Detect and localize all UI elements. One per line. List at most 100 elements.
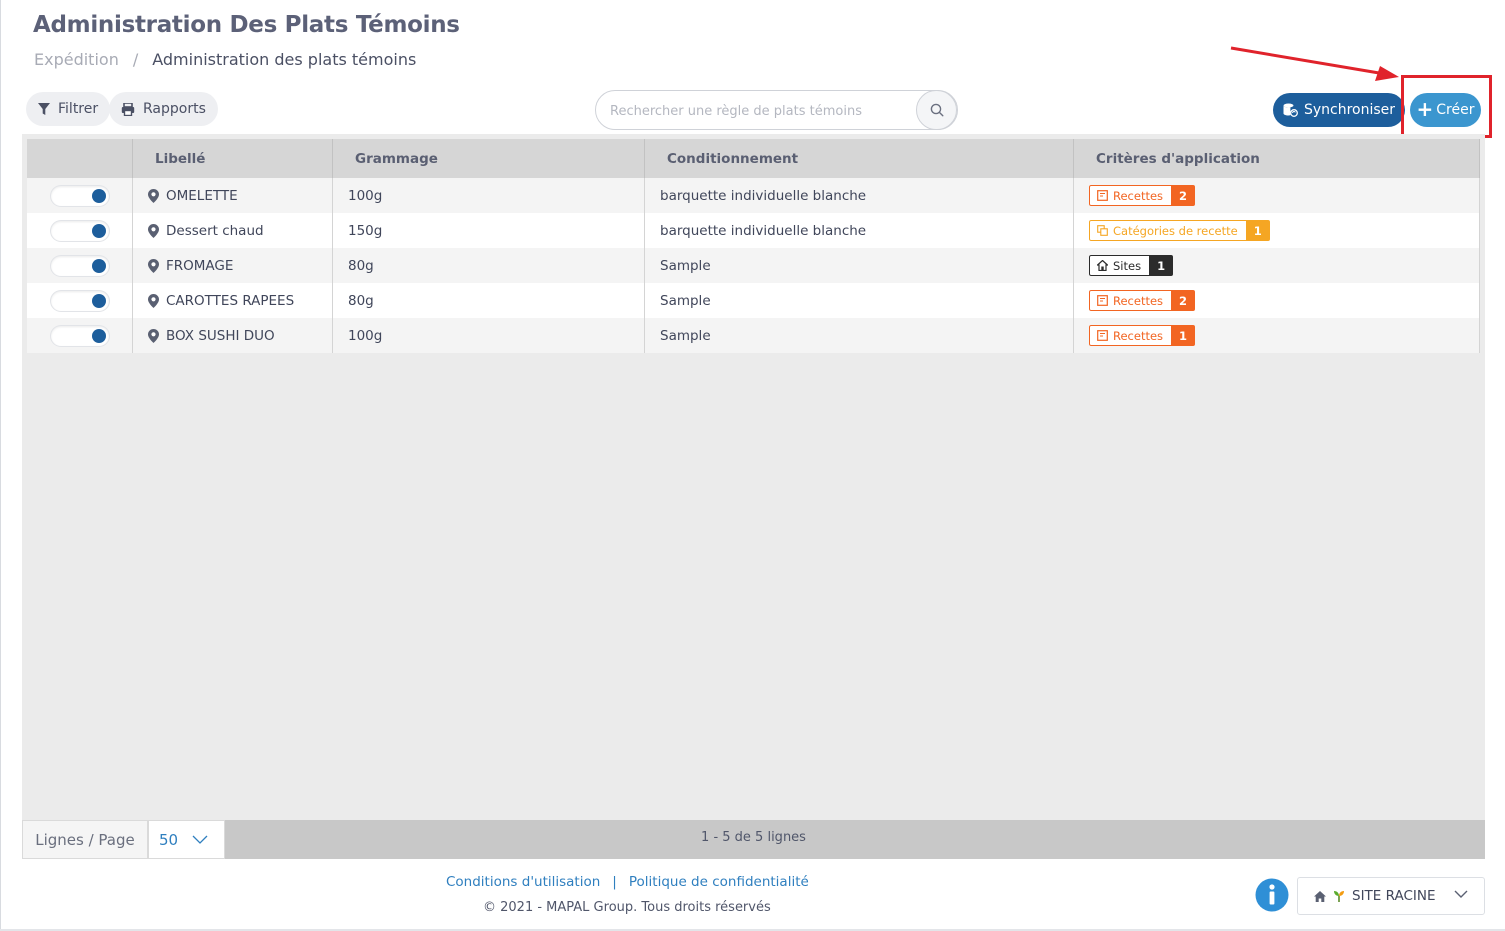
breadcrumb-parent-link[interactable]: Expédition: [34, 50, 119, 69]
recipe-book-icon: [1097, 295, 1108, 306]
label-cell: CAROTTES RAPEES: [133, 283, 333, 318]
pager-bar: Lignes / Page 50 1 - 5 de 5 lignes: [22, 820, 1485, 859]
criteria-badge-count: 1: [1171, 325, 1196, 346]
packaging-cell: barquette individuelle blanche: [645, 178, 1074, 213]
row-label: Dessert chaud: [166, 222, 264, 239]
home-icon: [1314, 890, 1326, 902]
packaging-cell: Sample: [645, 283, 1074, 318]
criteria-badge[interactable]: Sites 1: [1089, 255, 1174, 276]
criteria-badge-count: 2: [1171, 185, 1196, 206]
grammage-cell: 100g: [333, 178, 645, 213]
grid-body: OMELETTE 100g barquette individuelle blanc…: [27, 178, 1480, 353]
active-toggle[interactable]: [50, 255, 109, 276]
sprout-icon: [1334, 891, 1344, 902]
criteria-badge[interactable]: Recettes 2: [1089, 185, 1196, 206]
search-icon: [930, 103, 944, 117]
filter-button-label: Filtrer: [58, 101, 99, 117]
column-header-grammage[interactable]: Grammage: [333, 139, 645, 178]
sync-button[interactable]: Synchroniser: [1273, 93, 1405, 127]
toggle-knob: [91, 188, 106, 203]
active-toggle[interactable]: [50, 185, 109, 206]
criteria-badge[interactable]: Recettes 1: [1089, 325, 1196, 346]
footer-links: Conditions d'utilisation | Politique de …: [446, 874, 809, 890]
annotation-arrow: [1230, 46, 1399, 81]
toggle-cell: [27, 178, 133, 213]
criteria-badge-label: Catégories de recette: [1113, 223, 1238, 238]
sync-button-label: Synchroniser: [1303, 102, 1396, 118]
pager-info: 1 - 5 de 5 lignes: [701, 830, 806, 845]
recipe-book-icon: [1097, 190, 1108, 201]
grammage-cell: 80g: [333, 248, 645, 283]
active-toggle[interactable]: [50, 220, 109, 241]
label-cell: FROMAGE: [133, 248, 333, 283]
house-icon: [1097, 260, 1108, 271]
filter-icon: [38, 102, 50, 115]
toggle-cell: [27, 318, 133, 353]
recipe-book-icon: [1097, 330, 1108, 341]
criteria-cell: Catégories de recette 1: [1074, 213, 1480, 248]
map-pin-icon: [148, 328, 159, 343]
toggle-cell: [27, 283, 133, 318]
criteria-cell: Recettes 2: [1074, 178, 1480, 213]
page-title: Administration Des Plats Témoins: [33, 12, 460, 38]
row-label: CAROTTES RAPEES: [166, 292, 295, 309]
grammage-cell: 150g: [333, 213, 645, 248]
criteria-badge-count: 1: [1149, 255, 1174, 276]
info-icon[interactable]: [1255, 878, 1289, 912]
filter-button[interactable]: Filtrer: [26, 92, 111, 126]
frame-border-left: [0, 0, 1, 931]
breadcrumb-current: Administration des plats témoins: [152, 50, 417, 69]
column-header-criteria[interactable]: Critères d'application: [1074, 139, 1480, 178]
criteria-badge-label: Recettes: [1113, 188, 1164, 203]
criteria-badge[interactable]: Recettes 2: [1089, 290, 1196, 311]
data-grid: Libellé Grammage Conditionnement Critère…: [22, 134, 1485, 821]
column-header-packaging[interactable]: Conditionnement: [645, 139, 1074, 178]
map-pin-icon: [148, 188, 159, 203]
copy-icon: [1097, 225, 1108, 236]
active-toggle[interactable]: [50, 290, 109, 311]
criteria-cell: Sites 1: [1074, 248, 1480, 283]
site-selector-value: SITE RACINE: [1352, 888, 1436, 904]
table-row[interactable]: CAROTTES RAPEES 80g Sample Recettes 2: [27, 283, 1480, 318]
reports-button-label: Rapports: [143, 101, 206, 117]
table-row[interactable]: OMELETTE 100g barquette individuelle blanc…: [27, 178, 1480, 213]
breadcrumb-separator: /: [132, 50, 139, 69]
row-label: OMELETTE: [166, 187, 238, 204]
toggle-cell: [27, 248, 133, 283]
label-cell: BOX SUSHI DUO: [133, 318, 333, 353]
map-pin-icon: [148, 258, 159, 273]
packaging-cell: Sample: [645, 318, 1074, 353]
grid-header-row: Libellé Grammage Conditionnement Critère…: [27, 139, 1480, 178]
label-cell: Dessert chaud: [133, 213, 333, 248]
active-toggle[interactable]: [50, 325, 109, 346]
toggle-cell: [27, 213, 133, 248]
toggle-knob: [91, 328, 106, 343]
grammage-cell: 100g: [333, 318, 645, 353]
create-button[interactable]: + Créer: [1410, 93, 1481, 127]
table-row[interactable]: BOX SUSHI DUO 100g Sample Recettes 1: [27, 318, 1480, 353]
row-label: FROMAGE: [166, 257, 234, 274]
plus-icon: +: [1416, 97, 1434, 121]
printer-icon: [121, 102, 135, 116]
terms-link[interactable]: Conditions d'utilisation: [446, 874, 600, 890]
chevron-down-icon: [1454, 890, 1468, 898]
table-row[interactable]: Dessert chaud 150g barquette individuelle …: [27, 213, 1480, 248]
reports-button[interactable]: Rapports: [109, 92, 218, 126]
criteria-cell: Recettes 2: [1074, 283, 1480, 318]
criteria-badge-label: Recettes: [1113, 328, 1164, 343]
footer-link-separator: |: [612, 874, 617, 890]
table-row[interactable]: FROMAGE 80g Sample Sites 1: [27, 248, 1480, 283]
map-pin-icon: [148, 293, 159, 308]
criteria-badge[interactable]: Catégories de recette 1: [1089, 220, 1270, 241]
search-button[interactable]: [916, 90, 957, 130]
row-label: BOX SUSHI DUO: [166, 327, 275, 344]
criteria-badge-label: Recettes: [1113, 293, 1164, 308]
criteria-cell: Recettes 1: [1074, 318, 1480, 353]
copyright: © 2021 - MAPAL Group. Tous droits réserv…: [483, 900, 771, 915]
column-header-label[interactable]: Libellé: [133, 139, 333, 178]
criteria-badge-label: Sites: [1113, 258, 1142, 273]
site-selector[interactable]: SITE RACINE: [1297, 877, 1485, 915]
search-input[interactable]: [610, 100, 910, 122]
toggle-knob: [91, 293, 106, 308]
privacy-link[interactable]: Politique de confidentialité: [629, 874, 809, 890]
